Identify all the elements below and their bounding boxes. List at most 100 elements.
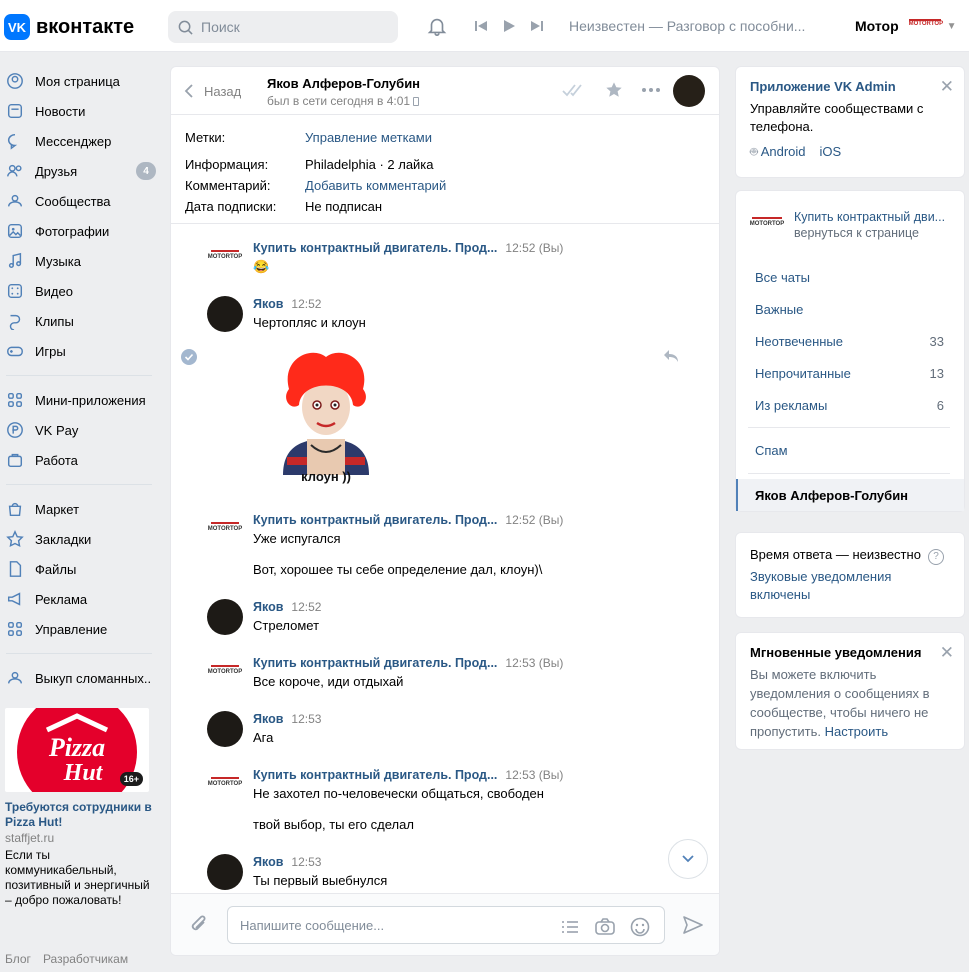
ad-domain[interactable]: staffjet.ru xyxy=(5,831,155,845)
community-back-row[interactable]: Купить контрактный дви... вернуться к ст… xyxy=(748,209,958,241)
message-author[interactable]: Яков xyxy=(253,854,283,871)
peer-avatar[interactable] xyxy=(673,75,705,107)
message-text: Уже испугался xyxy=(253,531,341,546)
star-icon[interactable] xyxy=(605,81,623,99)
message-item[interactable]: Яков 12:53 Ты первый выебнулся xyxy=(207,854,687,890)
nav-communities[interactable]: Сообщества xyxy=(0,186,160,216)
footer-dev-link[interactable]: Разработчикам xyxy=(43,952,128,966)
message-item[interactable]: Яков 12:52 Стреломет xyxy=(207,599,687,635)
nav-messenger[interactable]: Мессенджер xyxy=(0,126,160,156)
ad-title[interactable]: Требуются сотрудники в Pizza Hut! xyxy=(5,800,155,830)
message-input[interactable]: Напишите сообщение... xyxy=(227,906,665,944)
clown-sticker[interactable]: клоун )) xyxy=(271,349,381,484)
filter-unanswered[interactable]: Неотвеченные 33 xyxy=(736,325,964,357)
more-icon[interactable] xyxy=(641,87,661,93)
nav-photos[interactable]: Фотографии xyxy=(0,216,160,246)
message-item[interactable]: Купить контрактный двигатель. Прод... 12:… xyxy=(207,655,687,691)
add-comment-link[interactable]: Добавить комментарий xyxy=(305,175,446,196)
close-icon[interactable]: ✕ xyxy=(940,77,954,97)
active-chat-item[interactable]: Яков Алферов-Голубин xyxy=(736,479,964,511)
nav-bookmarks[interactable]: Закладки xyxy=(0,524,160,554)
help-icon[interactable]: ? xyxy=(928,549,944,565)
ios-link[interactable]: iOS xyxy=(820,144,842,162)
back-button[interactable]: Назад xyxy=(184,83,241,99)
filter-divider xyxy=(748,473,950,474)
list-icon[interactable] xyxy=(560,917,580,937)
now-playing-text[interactable]: Неизвестен — Разговор с пособни... xyxy=(569,18,809,34)
filter-unread[interactable]: Непрочитанные 13 xyxy=(736,357,964,389)
message-author[interactable]: Яков xyxy=(253,599,283,616)
message-author[interactable]: Яков xyxy=(253,296,283,313)
ad-image[interactable]: Pizza Hut 16+ xyxy=(5,708,149,792)
back-to-page-link[interactable]: вернуться к странице xyxy=(794,225,954,241)
sidebar-ad[interactable]: Pizza Hut 16+ Требуются сотрудники в Piz… xyxy=(5,708,155,908)
android-link[interactable]: 🤖︎ Android xyxy=(750,144,806,162)
nav-vk-pay[interactable]: VK Pay xyxy=(0,415,160,445)
prev-track-icon[interactable] xyxy=(474,19,488,33)
double-check-icon[interactable] xyxy=(561,83,587,97)
message-item[interactable]: Яков 12:52 Чертопляс и клоун xyxy=(207,296,687,332)
market-icon xyxy=(8,502,22,517)
nav-ads[interactable]: Реклама xyxy=(0,584,160,614)
filter-divider xyxy=(748,427,950,428)
nav-files[interactable]: Файлы xyxy=(0,554,160,584)
message-author[interactable]: Купить контрактный двигатель. Прод... xyxy=(253,240,497,257)
attach-icon[interactable] xyxy=(189,914,209,936)
compose-bar: Напишите сообщение... xyxy=(171,893,719,955)
selected-check-icon[interactable] xyxy=(181,349,197,365)
sound-notifications-link[interactable]: Звуковые уведомления включены xyxy=(750,568,950,604)
camera-icon[interactable] xyxy=(594,917,616,937)
instant-desc: Вы можете включить уведомления о сообщен… xyxy=(750,665,950,741)
message-author[interactable]: Купить контрактный двигатель. Прод... xyxy=(253,655,497,672)
message-author[interactable]: Купить контрактный двигатель. Прод... xyxy=(253,512,497,529)
nav-games[interactable]: Игры xyxy=(0,336,160,366)
instant-title: Мгновенные уведомления xyxy=(750,645,922,660)
message-item[interactable]: Яков 12:53 Ага xyxy=(207,711,687,747)
manage-labels-link[interactable]: Управление метками xyxy=(305,127,432,148)
nav-music[interactable]: Музыка xyxy=(0,246,160,276)
message-author[interactable]: Яков xyxy=(253,711,283,728)
nav-mini-apps[interactable]: Мини-приложения xyxy=(0,385,160,415)
user-menu[interactable]: Мотор MOTORTOP ▼ xyxy=(855,18,957,34)
promo-title[interactable]: Приложение VK Admin xyxy=(750,79,950,94)
nav-divider xyxy=(6,375,152,376)
play-icon[interactable] xyxy=(502,19,516,33)
send-icon[interactable] xyxy=(683,916,703,934)
bell-icon[interactable] xyxy=(426,15,448,37)
message-item[interactable]: Купить контрактный двигатель. Прод... 12:… xyxy=(207,512,687,579)
message-item[interactable]: Купить контрактный двигатель. Прод... 12:… xyxy=(207,240,687,276)
nav-video[interactable]: Видео xyxy=(0,276,160,306)
message-item[interactable]: Купить контрактный двигатель. Прод... 12:… xyxy=(207,767,687,834)
nav-label: Клипы xyxy=(35,313,74,329)
filter-all-chats[interactable]: Все чаты xyxy=(736,261,964,293)
photo-icon xyxy=(7,223,23,239)
nav-market[interactable]: Маркет xyxy=(0,494,160,524)
vk-logo[interactable]: VK вконтакте xyxy=(4,14,134,40)
nav-manage[interactable]: Управление xyxy=(0,614,160,644)
configure-link[interactable]: Настроить xyxy=(825,724,889,739)
filter-important[interactable]: Важные xyxy=(736,293,964,325)
nav-work[interactable]: Работа xyxy=(0,445,160,475)
nav-news[interactable]: Новости xyxy=(0,96,160,126)
peer-name[interactable]: Яков Алферов-Голубин xyxy=(267,76,420,91)
work-icon xyxy=(7,453,23,468)
message-author[interactable]: Купить контрактный двигатель. Прод... xyxy=(253,767,497,784)
footer-blog-link[interactable]: Блог xyxy=(5,952,31,966)
nav-my-page[interactable]: Моя страница xyxy=(0,66,160,96)
nav-friends[interactable]: Друзья 4 xyxy=(0,156,160,186)
close-icon[interactable]: ✕ xyxy=(940,643,954,663)
nav-community-link[interactable]: Выкуп сломанных.. xyxy=(0,663,160,693)
nav-label: Друзья xyxy=(35,163,78,179)
games-icon xyxy=(7,346,23,357)
chevron-down-icon: ▼ xyxy=(946,20,957,32)
reply-icon[interactable] xyxy=(663,349,679,363)
search-input[interactable]: Поиск xyxy=(168,11,398,43)
filter-from-ads[interactable]: Из рекламы 6 xyxy=(736,389,964,421)
next-track-icon[interactable] xyxy=(530,19,544,33)
community-name[interactable]: Купить контрактный дви... xyxy=(794,209,954,225)
message-text: Не захотел по-человечески общаться, своб… xyxy=(253,786,544,801)
scroll-down-button[interactable] xyxy=(668,839,708,879)
emoji-icon[interactable] xyxy=(630,917,650,937)
nav-clips[interactable]: Клипы xyxy=(0,306,160,336)
filter-spam[interactable]: Спам xyxy=(736,434,964,466)
